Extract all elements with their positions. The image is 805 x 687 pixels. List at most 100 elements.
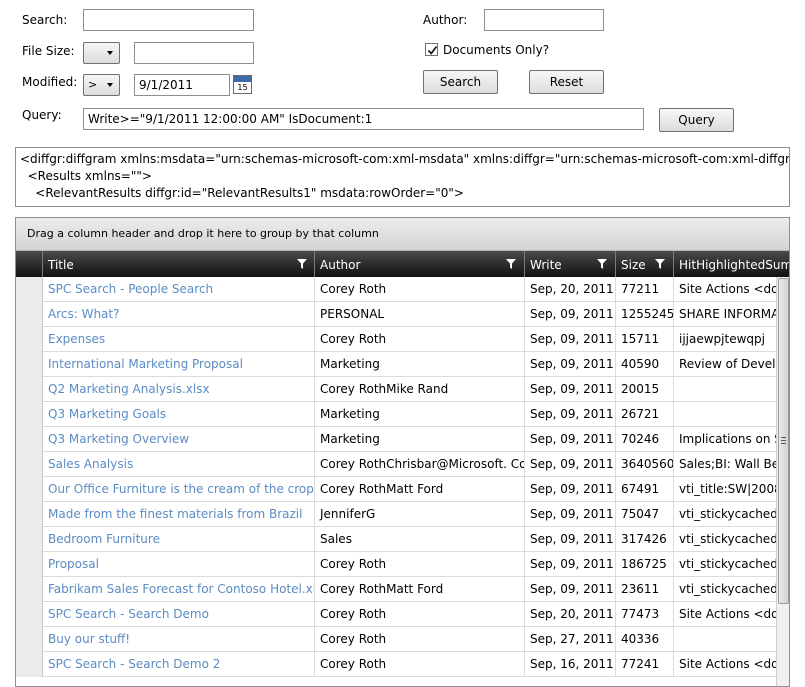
filesize-input[interactable] bbox=[134, 42, 254, 64]
column-header-write[interactable]: Write bbox=[525, 251, 616, 277]
cell-size: 15711 bbox=[616, 327, 674, 352]
table-row[interactable]: SPC Search - Search Demo 2 Corey Roth Sep,… bbox=[16, 652, 776, 677]
documents-only-checkbox[interactable] bbox=[425, 43, 438, 56]
row-selector[interactable] bbox=[16, 477, 43, 502]
table-row[interactable]: Fabrikam Sales Forecast for Contoso Hote… bbox=[16, 577, 776, 602]
row-selector[interactable] bbox=[16, 377, 43, 402]
row-selector[interactable] bbox=[16, 402, 43, 427]
cell-title[interactable]: Q3 Marketing Overview bbox=[43, 427, 315, 452]
column-header-title[interactable]: Title bbox=[43, 251, 315, 277]
cell-hithighlighted: vti_stickycachedp bbox=[679, 582, 776, 596]
column-header-author[interactable]: Author bbox=[315, 251, 525, 277]
query-input[interactable]: Write>="9/1/2011 12:00:00 AM" IsDocument… bbox=[83, 108, 644, 130]
xml-results-textarea[interactable]: <diffgr:diffgram xmlns:msdata="urn:schem… bbox=[15, 147, 790, 207]
row-selector[interactable] bbox=[16, 527, 43, 552]
column-header-size[interactable]: Size bbox=[616, 251, 674, 277]
vertical-scrollbar[interactable] bbox=[776, 277, 789, 686]
scrollbar-thumb[interactable] bbox=[778, 278, 789, 604]
table-row[interactable]: Bedroom Furniture Sales Sep, 09, 2011 31742… bbox=[16, 527, 776, 552]
table-row[interactable]: Proposal Corey Roth Sep, 09, 2011 186725 vti… bbox=[16, 552, 776, 577]
search-input[interactable] bbox=[83, 9, 254, 31]
filter-icon[interactable] bbox=[655, 259, 665, 269]
xml-line: <diffgr:diffgram xmlns:msdata="urn:schem… bbox=[20, 152, 790, 166]
filter-icon[interactable] bbox=[597, 259, 607, 269]
cell-title[interactable]: Sales Analysis bbox=[43, 452, 315, 477]
cell-author: Corey Roth bbox=[315, 327, 525, 352]
row-selector[interactable] bbox=[16, 427, 43, 452]
row-selector[interactable] bbox=[16, 577, 43, 602]
group-by-panel[interactable]: Drag a column header and drop it here to… bbox=[16, 218, 789, 251]
cell-write: Sep, 09, 2011 bbox=[525, 452, 616, 477]
row-selector[interactable] bbox=[16, 652, 43, 677]
cell-size: 67491 bbox=[616, 477, 674, 502]
cell-hithighlighted: ijjaewpjtewqpj bbox=[679, 332, 765, 346]
cell-size: 317426 bbox=[616, 527, 674, 552]
cell-title[interactable]: Q3 Marketing Goals bbox=[43, 402, 315, 427]
row-selector[interactable] bbox=[16, 452, 43, 477]
reset-button[interactable]: Reset bbox=[529, 70, 604, 94]
cell-author: Corey RothChrisbar@Microsoft. Com bbox=[315, 452, 525, 477]
cell-write: Sep, 20, 2011 bbox=[525, 277, 616, 302]
row-selector[interactable] bbox=[16, 327, 43, 352]
cell-title[interactable]: Made from the finest materials from Braz… bbox=[43, 502, 315, 527]
xml-line: <Results xmlns=""> bbox=[20, 169, 152, 183]
cell-write: Sep, 09, 2011 bbox=[525, 352, 616, 377]
cell-hithighlighted: Site Actions <ddd bbox=[679, 607, 776, 621]
column-header-hithighlighted[interactable]: HitHighlightedSumm bbox=[674, 251, 789, 277]
cell-title[interactable]: Fabrikam Sales Forecast for Contoso Hote… bbox=[43, 577, 315, 602]
row-selector[interactable] bbox=[16, 502, 43, 527]
cell-hithighlighted: Site Actions <ddd bbox=[679, 657, 776, 671]
table-row[interactable]: Expenses Corey Roth Sep, 09, 2011 15711 ijja… bbox=[16, 327, 776, 352]
search-button[interactable]: Search bbox=[423, 70, 498, 94]
query-button[interactable]: Query bbox=[659, 108, 734, 132]
table-row[interactable]: International Marketing Proposal Marketin… bbox=[16, 352, 776, 377]
cell-title[interactable]: Expenses bbox=[43, 327, 315, 352]
cell-author: PERSONAL bbox=[315, 302, 525, 327]
row-selector[interactable] bbox=[16, 277, 43, 302]
modified-operator-dropdown[interactable]: > bbox=[83, 74, 120, 96]
table-row[interactable]: Made from the finest materials from Braz… bbox=[16, 502, 776, 527]
author-input[interactable] bbox=[484, 9, 604, 31]
column-header-label: Size bbox=[621, 258, 646, 272]
table-row[interactable]: Q3 Marketing Goals Marketing Sep, 09, 2011… bbox=[16, 402, 776, 427]
cell-title[interactable]: SPC Search - Search Demo 2 bbox=[43, 652, 315, 677]
row-selector[interactable] bbox=[16, 602, 43, 627]
row-selector[interactable] bbox=[16, 552, 43, 577]
cell-size: 75047 bbox=[616, 502, 674, 527]
cell-size: 70246 bbox=[616, 427, 674, 452]
filesize-operator-dropdown[interactable] bbox=[83, 42, 120, 64]
table-row[interactable]: Arcs: What? PERSONAL Sep, 09, 2011 1255245 S… bbox=[16, 302, 776, 327]
calendar-icon[interactable]: 15 bbox=[233, 75, 252, 94]
cell-title[interactable]: SPC Search - People Search bbox=[43, 277, 315, 302]
table-row[interactable]: Our Office Furniture is the cream of the… bbox=[16, 477, 776, 502]
cell-title[interactable]: Q2 Marketing Analysis.xlsx bbox=[43, 377, 315, 402]
modified-date-input[interactable]: 9/1/2011 bbox=[134, 74, 230, 96]
table-row[interactable]: Q3 Marketing Overview Marketing Sep, 09, 2… bbox=[16, 427, 776, 452]
cell-title[interactable]: SPC Search - Search Demo bbox=[43, 602, 315, 627]
cell-title[interactable]: Buy our stuff! bbox=[43, 627, 315, 652]
cell-title[interactable]: Proposal bbox=[43, 552, 315, 577]
cell-hithighlighted: vti_stickycachedp bbox=[679, 507, 776, 521]
table-row[interactable]: Sales Analysis Corey RothChrisbar@Microso… bbox=[16, 452, 776, 477]
cell-size: 40336 bbox=[616, 627, 674, 652]
cell-title[interactable]: Our Office Furniture is the cream of the… bbox=[43, 477, 315, 502]
filter-icon[interactable] bbox=[506, 259, 516, 269]
cell-title[interactable]: Bedroom Furniture bbox=[43, 527, 315, 552]
cell-hithighlighted: SHARE INFORMAT bbox=[679, 307, 776, 321]
table-row[interactable]: SPC Search - People Search Corey Roth Sep,… bbox=[16, 277, 776, 302]
cell-write: Sep, 09, 2011 bbox=[525, 552, 616, 577]
table-row[interactable]: Buy our stuff! Corey Roth Sep, 27, 2011 403… bbox=[16, 627, 776, 652]
table-row[interactable]: Q2 Marketing Analysis.xlsx Corey RothMike… bbox=[16, 377, 776, 402]
cell-title[interactable]: International Marketing Proposal bbox=[43, 352, 315, 377]
cell-author: Corey Roth bbox=[315, 552, 525, 577]
filter-icon[interactable] bbox=[297, 259, 307, 269]
row-selector[interactable] bbox=[16, 302, 43, 327]
row-selector[interactable] bbox=[16, 352, 43, 377]
cell-hithighlighted: vti_stickycachedp bbox=[679, 557, 776, 571]
cell-write: Sep, 09, 2011 bbox=[525, 427, 616, 452]
cell-size: 26721 bbox=[616, 402, 674, 427]
table-row[interactable]: SPC Search - Search Demo Corey Roth Sep, 2… bbox=[16, 602, 776, 627]
row-selector[interactable] bbox=[16, 627, 43, 652]
cell-title[interactable]: Arcs: What? bbox=[43, 302, 315, 327]
documents-only-label: Documents Only? bbox=[443, 43, 550, 57]
